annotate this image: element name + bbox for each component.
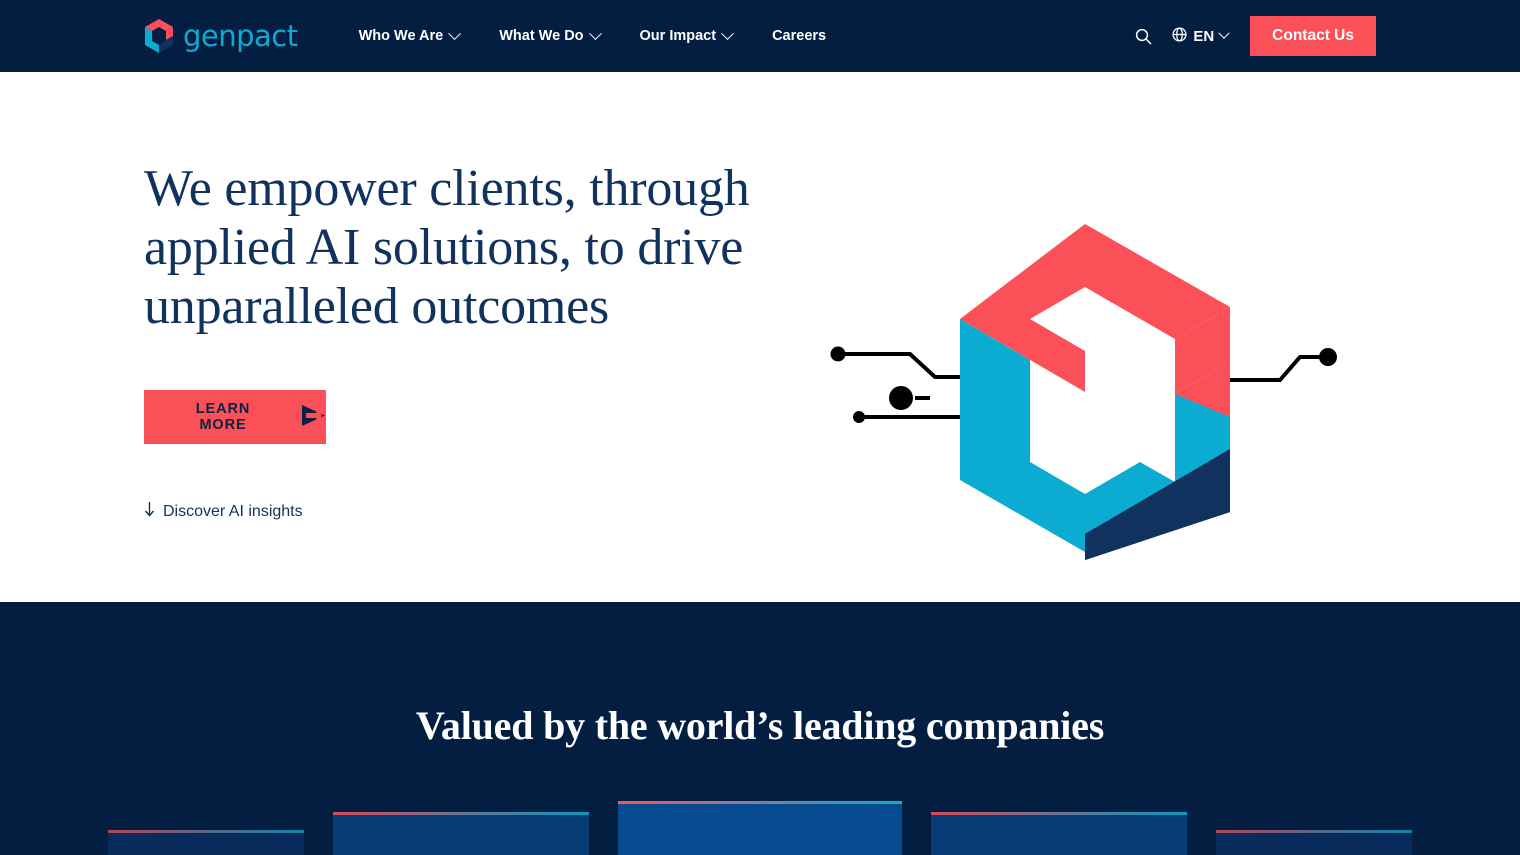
discover-insights-link[interactable]: Discover AI insights	[144, 502, 303, 522]
valued-heading: Valued by the world’s leading companies	[415, 703, 1105, 748]
nav-item-label: What We Do	[499, 28, 584, 44]
logo-card-3[interactable]	[618, 801, 902, 855]
search-icon[interactable]	[1126, 19, 1160, 53]
logo-card-1[interactable]	[108, 830, 304, 855]
nav-item-what-we-do[interactable]: What We Do	[479, 18, 619, 54]
card-body	[333, 815, 589, 855]
card-body	[108, 833, 304, 855]
card-gradient-border	[108, 830, 304, 833]
site-header: genpact Who We Are What We Do Our Impact…	[0, 0, 1520, 72]
main-navigation: Who We Are What We Do Our Impact Careers	[339, 18, 846, 54]
card-body	[931, 815, 1187, 855]
genpact-cube-logo-icon	[144, 19, 174, 53]
hero-title: We empower clients, through applied AI s…	[144, 160, 750, 335]
language-selector[interactable]: EN	[1168, 21, 1232, 52]
globe-icon	[1172, 26, 1187, 46]
card-gradient-border	[1216, 830, 1412, 833]
logo-wordmark: genpact	[183, 18, 298, 53]
language-value: EN	[1193, 27, 1215, 45]
discover-insights-label: Discover AI insights	[163, 503, 303, 521]
valued-companies-section: Valued by the world’s leading companies	[0, 602, 1520, 855]
circuit-dot	[1319, 348, 1337, 366]
nav-item-label: Who We Are	[358, 28, 444, 44]
nav-item-who-we-are[interactable]: Who We Are	[339, 18, 480, 54]
nav-item-careers[interactable]: Careers	[752, 18, 846, 54]
logo-link[interactable]: genpact	[144, 19, 298, 53]
nav-item-label: Careers	[772, 28, 827, 44]
circuit-dot	[853, 411, 865, 423]
card-gradient-border	[333, 812, 589, 815]
logo-card-4[interactable]	[931, 812, 1187, 855]
play-arrow-icon	[300, 403, 326, 432]
isometric-cube-circuit-graphic	[800, 212, 1370, 572]
company-logo-cards	[0, 795, 1520, 855]
logo-card-2[interactable]	[333, 812, 589, 855]
card-gradient-border	[931, 812, 1187, 815]
nav-item-label: Our Impact	[639, 28, 717, 44]
chevron-down-icon	[588, 26, 602, 40]
chevron-down-icon	[721, 26, 734, 40]
arrow-down-icon	[144, 502, 155, 522]
chevron-down-icon	[448, 26, 462, 40]
learn-more-label: LEARN MORE	[195, 401, 251, 434]
hero-content: We empower clients, through applied AI s…	[144, 160, 764, 522]
learn-more-button[interactable]: LEARN MORE	[144, 390, 326, 445]
nav-item-our-impact[interactable]: Our Impact	[620, 18, 753, 54]
hero-section: We empower clients, through applied AI s…	[0, 72, 1520, 602]
logo-card-5[interactable]	[1216, 830, 1412, 855]
chevron-down-icon	[1218, 27, 1230, 39]
contact-us-button[interactable]: Contact Us	[1250, 16, 1376, 56]
circuit-dot	[889, 386, 913, 410]
header-actions: EN Contact Us	[1126, 16, 1376, 56]
card-body	[1216, 833, 1412, 855]
circuit-dot	[830, 346, 846, 362]
card-body	[618, 804, 902, 855]
